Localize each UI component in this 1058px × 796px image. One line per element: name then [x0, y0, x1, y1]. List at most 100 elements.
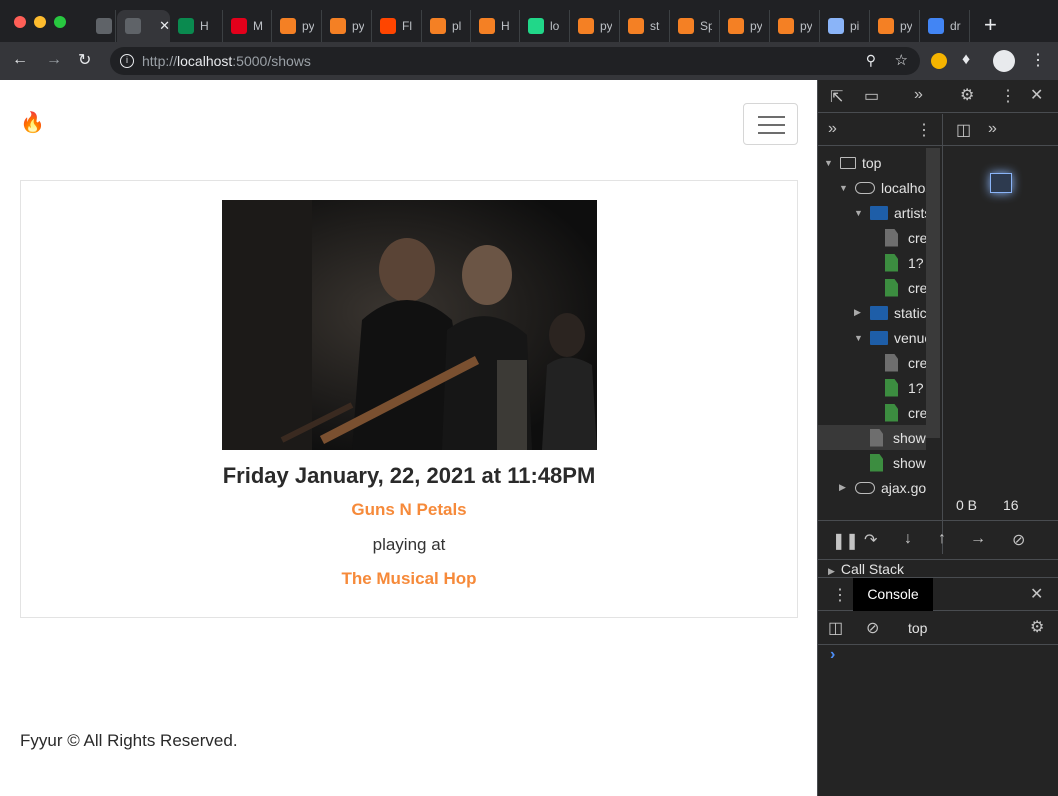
extension-icon[interactable] — [931, 53, 947, 69]
info-icon[interactable]: i — [120, 54, 134, 68]
browser-tab[interactable]: py — [272, 10, 322, 42]
browser-tab[interactable]: H — [471, 10, 520, 42]
puzzle-icon[interactable]: ♦ — [962, 51, 970, 69]
close-window-button[interactable] — [14, 16, 26, 28]
inspect-icon[interactable]: ⇱ — [830, 87, 843, 107]
tab-title: pi — [850, 19, 860, 33]
star-icon[interactable]: ☆ — [895, 51, 908, 69]
triangle-right-icon[interactable]: ▶ — [854, 307, 864, 318]
triangle-right-icon: ▶ — [828, 566, 835, 576]
kebab-icon[interactable]: ⋮ — [1000, 86, 1016, 106]
browser-tab[interactable]: H — [170, 10, 223, 42]
step-into-icon[interactable]: ↓ — [904, 530, 912, 548]
step-icon[interactable]: → — [970, 530, 986, 548]
browser-tab[interactable]: st — [620, 10, 670, 42]
file-tree-item[interactable]: 1? — [818, 375, 926, 400]
step-out-icon[interactable]: ↑ — [938, 530, 946, 548]
cloud-icon — [855, 181, 875, 194]
file-tree-item[interactable]: create — [818, 350, 926, 375]
file-tree-item[interactable]: ▼ top — [818, 150, 926, 175]
file-tree-label: top — [862, 154, 882, 171]
triangle-right-icon[interactable]: ▶ — [839, 482, 849, 493]
url-prefix: http:// — [142, 53, 178, 69]
file-tree-item[interactable]: 1? — [818, 250, 926, 275]
brand-logo[interactable]: 🔥 — [20, 110, 45, 135]
file-tree-item[interactable]: ▼ localhost — [818, 175, 926, 200]
tree-scrollbar[interactable] — [926, 148, 940, 438]
webflow-icon — [178, 18, 194, 34]
clear-console-icon[interactable]: ⊘ — [866, 618, 879, 638]
pane-divider — [942, 114, 943, 554]
triangle-down-icon[interactable]: ▼ — [839, 183, 849, 193]
browser-tab[interactable]: py — [570, 10, 620, 42]
reload-icon[interactable]: ↻ — [78, 50, 91, 70]
file-tree-item[interactable]: ▼ artists — [818, 200, 926, 225]
tab-title: dr — [950, 19, 961, 33]
triangle-down-icon[interactable]: ▼ — [824, 158, 834, 168]
more-panes-icon[interactable]: » — [828, 120, 837, 138]
file-tree-item[interactable]: ▼ venues — [818, 325, 926, 350]
close-icon[interactable]: ✕ — [1030, 584, 1043, 604]
artist-link[interactable]: Guns N Petals — [21, 500, 797, 520]
profile-avatar[interactable] — [993, 50, 1015, 72]
venue-link[interactable]: The Musical Hop — [21, 569, 797, 589]
browser-tab[interactable]: py — [720, 10, 770, 42]
file-tree-item[interactable]: create — [818, 400, 926, 425]
tab-title: st — [650, 19, 660, 33]
new-tab-button[interactable]: + — [984, 12, 997, 38]
browser-tab[interactable]: Fl — [372, 10, 422, 42]
file-tree-item[interactable]: create — [818, 225, 926, 250]
browser-tab[interactable]: py — [870, 10, 920, 42]
browser-tab[interactable]: py — [770, 10, 820, 42]
browser-tab[interactable]: pl — [422, 10, 471, 42]
browser-tab[interactable]: pi — [820, 10, 870, 42]
browser-tab[interactable]: M — [223, 10, 272, 42]
kebab-icon[interactable]: ⋮ — [832, 585, 848, 605]
device-toggle-icon[interactable]: ▭ — [864, 86, 879, 106]
step-over-icon[interactable]: ↷ — [864, 530, 877, 550]
browser-tab[interactable]: lo — [520, 10, 570, 42]
context-selector[interactable]: top — [908, 620, 927, 636]
tab-title: M — [253, 19, 263, 33]
file-tree-item[interactable]: ▶ static — [818, 300, 926, 325]
console-prompt[interactable]: › — [830, 646, 835, 664]
zoom-window-button[interactable] — [54, 16, 66, 28]
console-drawer-icon[interactable] — [990, 173, 1012, 193]
file-tree-item[interactable]: shows — [818, 425, 926, 450]
triangle-down-icon[interactable]: ▼ — [854, 208, 864, 218]
more-tabs-icon[interactable]: » — [914, 86, 923, 104]
toggle-sidebar-icon[interactable]: ◫ — [956, 120, 971, 140]
kebab-icon[interactable]: ⋮ — [916, 120, 932, 140]
sidebar-toggle-icon[interactable]: ◫ — [828, 618, 843, 638]
zoom-icon[interactable]: ⚲ — [866, 52, 876, 69]
console-tab[interactable]: Console — [853, 578, 933, 611]
back-icon[interactable]: ← — [12, 51, 28, 69]
triangle-down-icon[interactable]: ▼ — [854, 333, 864, 343]
navbar-toggle-button[interactable] — [743, 103, 798, 145]
pause-icon[interactable]: ❚❚ — [832, 531, 859, 551]
browser-tab[interactable]: ✕ — [117, 10, 170, 42]
forward-icon[interactable]: → — [46, 51, 62, 69]
file-tree-item[interactable]: shows — [818, 450, 926, 475]
gear-icon[interactable]: ⚙ — [960, 85, 974, 105]
file-tree-item[interactable]: ▶ ajax.googleapis.com — [818, 475, 926, 500]
browser-toolbar: ← → ↻ i http://localhost:5000/shows ⚲ ☆ … — [0, 42, 1058, 80]
call-stack-header[interactable]: ▶ Call Stack — [828, 561, 904, 577]
gear-icon[interactable]: ⚙ — [1030, 617, 1044, 637]
address-bar[interactable]: i http://localhost:5000/shows ⚲ ☆ — [110, 47, 920, 75]
close-icon[interactable]: ✕ — [1030, 85, 1043, 105]
tab-title: py — [302, 19, 314, 33]
deactivate-breakpoints-icon[interactable]: ⊘ — [1012, 530, 1025, 550]
file-icon — [885, 353, 898, 372]
browser-tab[interactable] — [88, 10, 116, 42]
file-tree-label: create — [908, 279, 926, 296]
browser-tab[interactable]: Sp — [670, 10, 720, 42]
browser-tab[interactable]: py — [322, 10, 372, 42]
file-tree-item[interactable]: create — [818, 275, 926, 300]
globe-icon — [125, 18, 141, 34]
menu-icon[interactable]: ⋮ — [1030, 50, 1046, 70]
more-panes-icon[interactable]: » — [988, 120, 997, 138]
browser-tab[interactable]: dr — [920, 10, 970, 42]
close-tab-icon[interactable]: ✕ — [159, 18, 170, 34]
minimize-window-button[interactable] — [34, 16, 46, 28]
